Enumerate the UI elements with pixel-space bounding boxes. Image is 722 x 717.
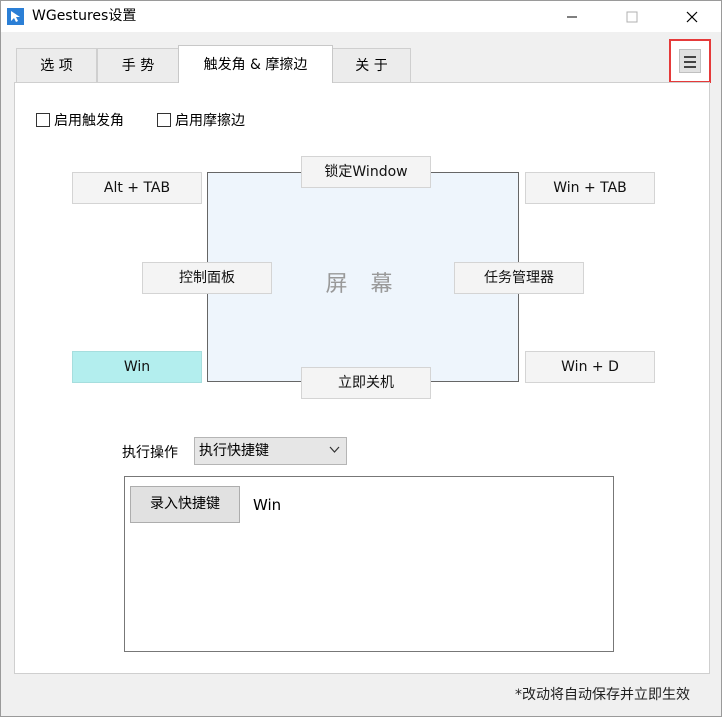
minimize-button[interactable] xyxy=(549,1,595,32)
close-icon xyxy=(686,11,698,23)
action-label: 执行操作 xyxy=(122,445,178,461)
tab-options[interactable]: 选 项 xyxy=(16,48,97,83)
bottom-edge-button[interactable]: 立即关机 xyxy=(301,367,431,399)
right-edge-button[interactable]: 任务管理器 xyxy=(454,262,584,294)
settings-window: WGestures设置 选 项 手 势 触发角 & 摩擦边 关 于 启用触发角 … xyxy=(0,0,722,717)
maximize-icon xyxy=(626,11,638,23)
checkbox-box[interactable] xyxy=(157,113,171,127)
action-select[interactable]: 执行快捷键 xyxy=(194,437,347,465)
close-button[interactable] xyxy=(669,1,715,32)
enable-edges-label: 启用摩擦边 xyxy=(175,113,245,129)
minimize-icon xyxy=(567,16,577,18)
top-right-corner-button[interactable]: Win + TAB xyxy=(525,172,655,204)
left-edge-button[interactable]: 控制面板 xyxy=(142,262,272,294)
tab-corners-edges[interactable]: 触发角 & 摩擦边 xyxy=(178,45,333,83)
tab-gestures[interactable]: 手 势 xyxy=(97,48,179,83)
tab-about[interactable]: 关 于 xyxy=(332,48,411,83)
autosave-note: *改动将自动保存并立即生效 xyxy=(515,687,690,703)
checkbox-box[interactable] xyxy=(36,113,50,127)
menu-button[interactable] xyxy=(669,39,711,83)
enable-corners-label: 启用触发角 xyxy=(54,113,124,129)
title-bar: WGestures设置 xyxy=(1,1,721,32)
hamburger-icon xyxy=(679,49,701,73)
window-title: WGestures设置 xyxy=(32,8,137,24)
enable-edges-checkbox[interactable]: 启用摩擦边 xyxy=(157,111,245,131)
app-cursor-icon xyxy=(7,8,24,25)
maximize-button[interactable] xyxy=(609,1,655,32)
chevron-down-icon xyxy=(329,446,340,453)
record-shortcut-button[interactable]: 录入快捷键 xyxy=(130,486,240,523)
bottom-left-corner-button[interactable]: Win xyxy=(72,351,202,383)
top-edge-button[interactable]: 锁定Window xyxy=(301,156,431,188)
action-select-value: 执行快捷键 xyxy=(199,443,269,459)
bottom-right-corner-button[interactable]: Win + D xyxy=(525,351,655,383)
enable-corners-checkbox[interactable]: 启用触发角 xyxy=(36,111,124,131)
top-left-corner-button[interactable]: Alt + TAB xyxy=(72,172,202,204)
shortcut-value: Win xyxy=(253,496,282,514)
